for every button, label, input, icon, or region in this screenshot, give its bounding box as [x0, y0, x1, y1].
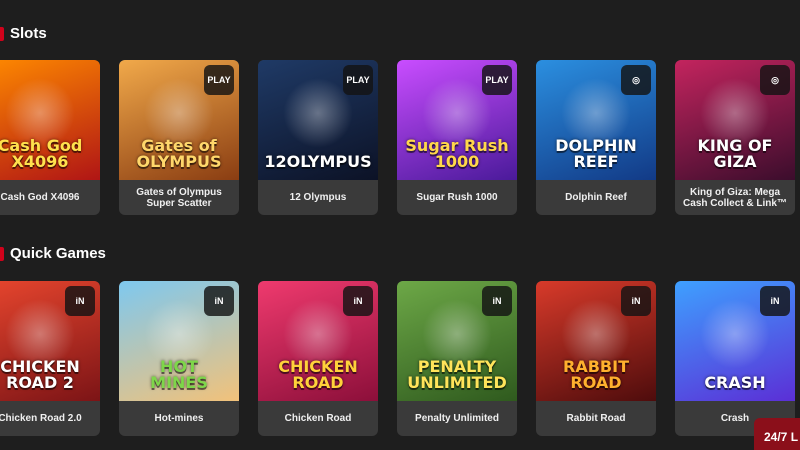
game-art-title: CHICKEN ROAD 2: [0, 357, 80, 392]
game-thumbnail[interactable]: Gates of OLYMPUS PLAY: [119, 60, 239, 180]
slots-row: Cash God X4096 Cash God X4096 Gates of OLY…: [0, 60, 795, 215]
game-card[interactable]: CHICKEN ROAD 2 iN Chicken Road 2.0: [0, 281, 100, 436]
game-art-title: KING OF GIZA: [697, 136, 773, 171]
game-thumbnail[interactable]: RABBIT ROAD iN: [536, 281, 656, 401]
playtech-icon: ◎: [621, 65, 651, 95]
game-thumbnail[interactable]: 12OLYMPUS PLAY: [258, 60, 378, 180]
game-art-title: Gates of OLYMPUS: [136, 136, 222, 171]
game-art-title: Cash God X4096: [0, 136, 83, 171]
game-card[interactable]: CRASH iN Crash: [675, 281, 795, 436]
section-marker: [0, 26, 4, 41]
quick-games-section-title: Quick Games: [0, 245, 106, 262]
game-card[interactable]: Cash God X4096 Cash God X4096: [0, 60, 100, 215]
game-thumbnail[interactable]: CRASH iN: [675, 281, 795, 401]
game-title: Chicken Road: [284, 413, 352, 424]
inout-icon: iN: [204, 286, 234, 316]
game-art-title: CRASH: [704, 373, 766, 392]
game-card[interactable]: PENALTY UNLIMITED iN Penalty Unlimited: [397, 281, 517, 436]
game-card[interactable]: Gates of OLYMPUS PLAY Gates of Olympus Sup…: [119, 60, 239, 215]
game-art-title: DOLPHIN REEF: [555, 136, 637, 171]
game-title: Chicken Road 2.0: [0, 413, 82, 424]
game-art-title: PENALTY UNLIMITED: [407, 357, 507, 392]
game-art-title: Sugar Rush 1000: [405, 136, 509, 171]
game-title: King of Giza: Mega Cash Collect & Link™: [683, 186, 787, 209]
game-title: Sugar Rush 1000: [416, 192, 498, 203]
game-art-title: 12OLYMPUS: [264, 152, 372, 171]
game-thumbnail[interactable]: HOT MINES iN: [119, 281, 239, 401]
pragmatic-play-icon: PLAY: [482, 65, 512, 95]
quick-games-row: CHICKEN ROAD 2 iN Chicken Road 2.0 HOT MINE…: [0, 281, 795, 436]
game-title: Gates of Olympus Super Scatter: [136, 186, 222, 209]
game-card[interactable]: CHICKEN ROAD iN Chicken Road: [258, 281, 378, 436]
game-title: 12 Olympus: [289, 192, 347, 203]
game-card[interactable]: 12OLYMPUS PLAY 12 Olympus: [258, 60, 378, 215]
inout-icon: iN: [621, 286, 651, 316]
inout-icon: iN: [65, 286, 95, 316]
game-art-title: CHICKEN ROAD: [278, 357, 358, 392]
inout-icon: iN: [482, 286, 512, 316]
game-thumbnail[interactable]: CHICKEN ROAD 2 iN: [0, 281, 100, 401]
live-support-button[interactable]: 24/7 L: [754, 418, 800, 450]
game-title: Cash God X4096: [0, 192, 80, 203]
game-thumbnail[interactable]: Sugar Rush 1000 PLAY: [397, 60, 517, 180]
section-title-text: Quick Games: [10, 245, 106, 262]
game-title: Hot-mines: [154, 413, 204, 424]
pragmatic-play-icon: PLAY: [204, 65, 234, 95]
section-title-text: Slots: [10, 25, 47, 42]
game-thumbnail[interactable]: Cash God X4096: [0, 60, 100, 180]
game-title: Rabbit Road: [566, 413, 626, 424]
inout-icon: iN: [343, 286, 373, 316]
game-title: Dolphin Reef: [565, 192, 627, 203]
slots-section-title: Slots: [0, 25, 47, 42]
playtech-icon: ◎: [760, 65, 790, 95]
game-card[interactable]: KING OF GIZA ◎ King of Giza: Mega Cash Col…: [675, 60, 795, 215]
section-marker: [0, 246, 4, 261]
game-thumbnail[interactable]: CHICKEN ROAD iN: [258, 281, 378, 401]
game-card[interactable]: Sugar Rush 1000 PLAY Sugar Rush 1000: [397, 60, 517, 215]
game-thumbnail[interactable]: KING OF GIZA ◎: [675, 60, 795, 180]
inout-icon: iN: [760, 286, 790, 316]
game-art-title: RABBIT ROAD: [563, 357, 629, 392]
game-card[interactable]: DOLPHIN REEF ◎ Dolphin Reef: [536, 60, 656, 215]
game-title: Penalty Unlimited: [415, 413, 499, 424]
game-thumbnail[interactable]: DOLPHIN REEF ◎: [536, 60, 656, 180]
pragmatic-play-icon: PLAY: [343, 65, 373, 95]
game-card[interactable]: HOT MINES iN Hot-mines: [119, 281, 239, 436]
game-art-title: HOT MINES: [150, 357, 208, 392]
game-card[interactable]: RABBIT ROAD iN Rabbit Road: [536, 281, 656, 436]
game-thumbnail[interactable]: PENALTY UNLIMITED iN: [397, 281, 517, 401]
